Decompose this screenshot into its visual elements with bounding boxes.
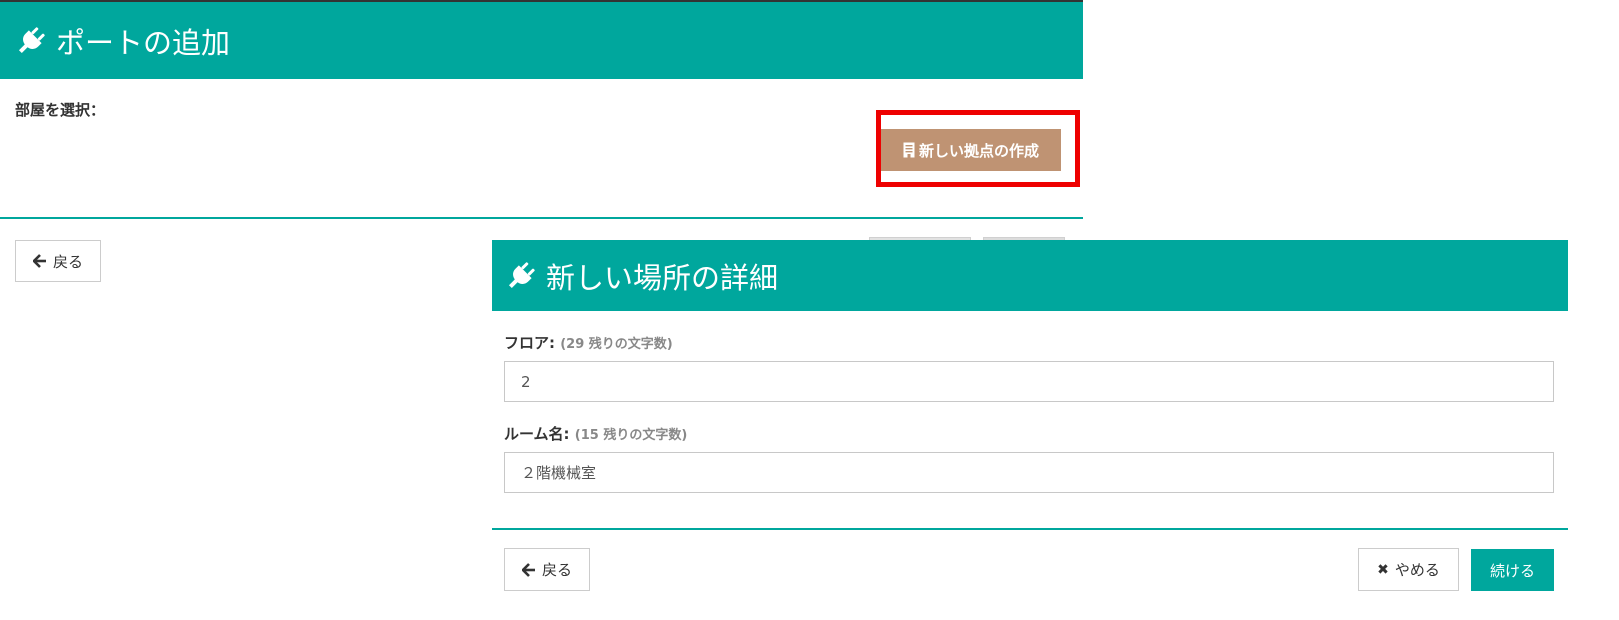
cancel-button-label: やめる	[1394, 561, 1440, 579]
dialog-title: ポートの追加	[56, 25, 231, 60]
document-icon	[903, 142, 915, 158]
close-icon: ✖	[1377, 561, 1389, 578]
select-room-label: 部屋を選択：	[15, 101, 106, 119]
continue-button[interactable]: 続ける	[1471, 549, 1554, 591]
room-name-label-text: ルーム名:	[504, 425, 570, 443]
back-button-label: 戻る	[541, 561, 572, 579]
floor-label-text: フロア:	[504, 334, 555, 352]
floor-input[interactable]	[504, 361, 1554, 402]
footer-divider	[0, 217, 1083, 219]
plug-icon	[14, 24, 48, 58]
cancel-button[interactable]: ✖ やめる	[1358, 548, 1459, 591]
floor-label: フロア: (29 残りの文字数)	[504, 332, 673, 353]
back-button-label: 戻る	[52, 252, 83, 271]
room-name-input[interactable]	[504, 452, 1554, 493]
new-location-header: 新しい場所の詳細	[492, 240, 1568, 311]
plug-icon	[504, 259, 538, 293]
room-name-label: ルーム名: (15 残りの文字数)	[504, 423, 687, 444]
back-button[interactable]: 戻る	[15, 240, 101, 282]
arrow-left-icon	[32, 254, 47, 268]
create-new-site-label: 新しい拠点の作成	[918, 141, 1039, 160]
footer-divider	[492, 528, 1568, 530]
room-remaining-chars: (15 残りの文字数)	[574, 428, 688, 443]
create-new-site-button[interactable]: 新しい拠点の作成	[881, 129, 1061, 171]
floor-remaining-chars: (29 残りの文字数)	[560, 337, 673, 352]
add-port-header: ポートの追加	[0, 2, 1083, 79]
arrow-left-icon	[521, 562, 536, 577]
back-button[interactable]: 戻る	[504, 548, 590, 591]
new-location-dialog: 新しい場所の詳細 フロア: (29 残りの文字数) ルーム名: (15 残りの文…	[492, 240, 1568, 620]
dialog-title: 新しい場所の詳細	[546, 260, 779, 295]
